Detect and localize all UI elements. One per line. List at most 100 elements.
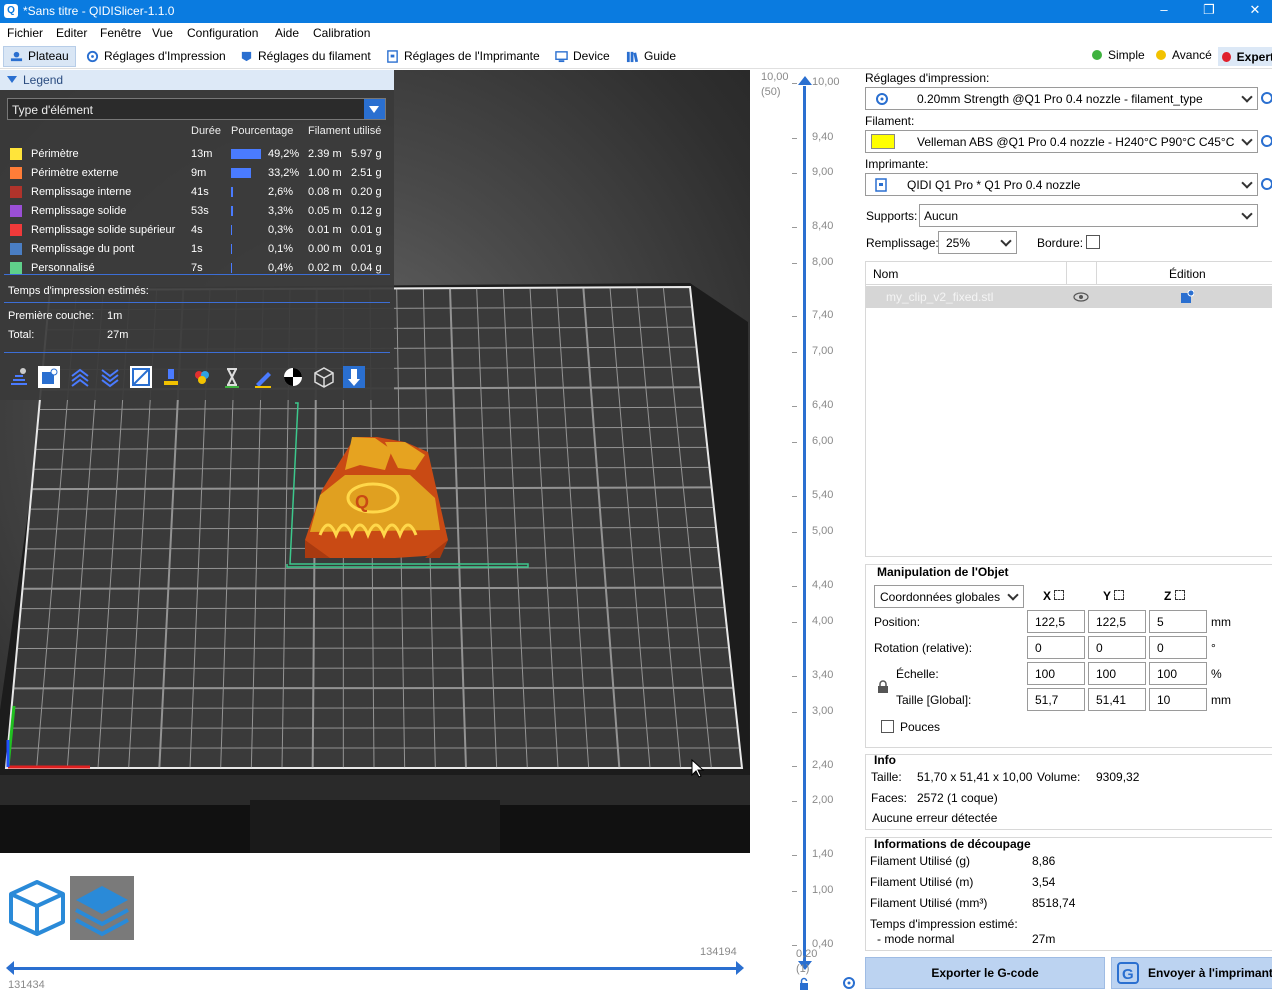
manip-x-input[interactable]: 0 [1027,636,1085,659]
deretractions-icon[interactable] [99,366,121,388]
lock-icon[interactable] [798,977,810,991]
slice-label-m: Filament Utilisé (m) [870,875,974,889]
eye-icon[interactable] [1073,292,1089,302]
brim-checkbox[interactable] [1086,235,1100,249]
manip-z-input[interactable]: 5 [1149,610,1207,633]
travel-icon[interactable] [8,366,30,388]
layer-top-handle[interactable] [797,74,813,86]
filament-color-swatch[interactable] [871,134,895,149]
simple-dot-icon [1092,50,1102,60]
maximize-button[interactable]: ❐ [1194,2,1224,21]
menu-editer[interactable]: Editer [56,26,87,40]
filament-edit-icon[interactable] [1260,134,1272,148]
manip-y-input[interactable]: 0 [1088,636,1146,659]
color-changes-icon[interactable] [191,366,213,388]
ruler-label: 5,00 [812,525,834,537]
settings-gear-icon[interactable] [842,976,856,990]
print-profile-edit-icon[interactable] [1260,91,1272,105]
gear-icon [86,50,99,63]
menu-fenetre[interactable]: Fenêtre [100,26,141,40]
preview-view-button[interactable] [70,876,134,940]
scale-lock-icon[interactable] [877,680,889,694]
object-row[interactable]: my_clip_v2_fixed.stl [866,286,1272,308]
ruler-label: 1,40 [812,848,834,860]
tool-marker-icon[interactable] [343,366,365,388]
wipe-icon[interactable] [38,366,60,388]
pause-prints-icon[interactable] [221,366,243,388]
expert-dot-icon [1222,51,1231,62]
printer-select[interactable]: QIDI Q1 Pro * Q1 Pro 0.4 nozzle [865,173,1258,196]
shells-icon[interactable] [313,366,335,388]
filament-select[interactable]: Velleman ABS @Q1 Pro 0.4 nozzle - H240°C… [865,130,1258,153]
menu-calibration[interactable]: Calibration [313,26,370,40]
manip-y-input[interactable]: 122,5 [1088,610,1146,633]
layer-slider[interactable]: 10,00 (50) 10,00 9,40 9,00 8,40 8,00 7,40 7,00… [752,70,860,994]
tab-print-settings[interactable]: Réglages d'Impression [82,46,230,67]
legend-row-meters: 0.08 m [308,186,342,198]
col-name[interactable]: Nom [873,267,898,281]
advanced-dot-icon [1156,50,1166,60]
legend-row-bar [231,244,232,254]
mode-expert[interactable]: Expert [1218,47,1272,66]
legend-row: Remplissage du pont 1s 0,1% 0.00 m 0.01 g [0,240,394,259]
retractions-icon[interactable] [69,366,91,388]
object-list[interactable]: Nom Édition my_clip_v2_fixed.stl [865,261,1272,557]
minimize-button[interactable]: – [1149,2,1179,21]
tab-guide[interactable]: Guide [622,46,680,67]
legend-row-bar [231,263,232,273]
tool-changes-icon[interactable] [160,366,182,388]
slider-left-handle[interactable] [4,960,16,976]
slider-right-handle[interactable] [734,960,746,976]
menu-vue[interactable]: Vue [152,26,173,40]
layer-slider-track[interactable] [803,86,806,966]
ruler-tick [792,676,797,677]
infill-select[interactable]: 25% [938,231,1017,254]
manip-unit: mm [1211,693,1231,707]
legend-type-select[interactable]: Type d'élément [7,98,386,120]
col-edit[interactable]: Édition [1169,267,1206,281]
tab-printer-settings[interactable]: Réglages de l'Imprimante [382,46,544,67]
printer-edit-icon[interactable] [1260,177,1272,191]
manip-x-input[interactable]: 100 [1027,662,1085,685]
inches-checkbox[interactable] [881,720,894,733]
coordinate-select[interactable]: Coordonnées globales [874,585,1024,608]
print-profile-select[interactable]: 0.20mm Strength @Q1 Pro 0.4 nozzle - fil… [865,87,1258,110]
supports-select[interactable]: Aucun [919,204,1258,227]
close-button[interactable]: ✕ [1240,2,1270,21]
legend-header[interactable]: Legend [0,70,394,90]
manip-y-input[interactable]: 100 [1088,662,1146,685]
manip-x-input[interactable]: 122,5 [1027,610,1085,633]
ruler-label: 2,40 [812,759,834,771]
chevron-down-icon [1241,208,1253,220]
tab-plateau[interactable]: Plateau [3,46,76,67]
legend-swatch [10,262,22,274]
tab-printer-settings-label: Réglages de l'Imprimante [404,49,540,63]
tab-device[interactable]: Device [551,46,614,67]
horizontal-slider-track[interactable] [8,967,742,970]
svg-text:G: G [1122,966,1134,983]
manip-y-input[interactable]: 51,41 [1088,688,1146,711]
menu-configuration[interactable]: Configuration [187,26,258,40]
manip-z-input[interactable]: 10 [1149,688,1207,711]
menu-aide[interactable]: Aide [275,26,299,40]
center-of-gravity-icon[interactable] [282,366,304,388]
manip-x-input[interactable]: 51,7 [1027,688,1085,711]
legend-swatch [10,148,22,160]
mode-simple[interactable]: Simple [1092,48,1145,62]
ruler-label: 8,40 [812,220,834,232]
mode-advanced[interactable]: Avancé [1156,48,1212,62]
manip-z-input[interactable]: 0 [1149,636,1207,659]
edit-object-icon[interactable] [1180,290,1194,304]
seams-icon[interactable] [130,366,152,388]
send-to-printer-button[interactable]: G Envoyer à l'imprimante [1111,957,1272,989]
custom-gcode-icon[interactable] [252,366,274,388]
gear-icon [876,93,888,105]
ruler-tick [792,173,797,174]
export-gcode-button[interactable]: Exporter le G-code [865,957,1105,989]
legend-swatch [10,243,22,255]
ruler-label: 3,40 [812,669,834,681]
manip-z-input[interactable]: 100 [1149,662,1207,685]
tab-filament-settings[interactable]: Réglages du filament [236,46,375,67]
3d-view-button[interactable] [5,876,69,940]
menu-fichier[interactable]: Fichier [7,26,43,40]
